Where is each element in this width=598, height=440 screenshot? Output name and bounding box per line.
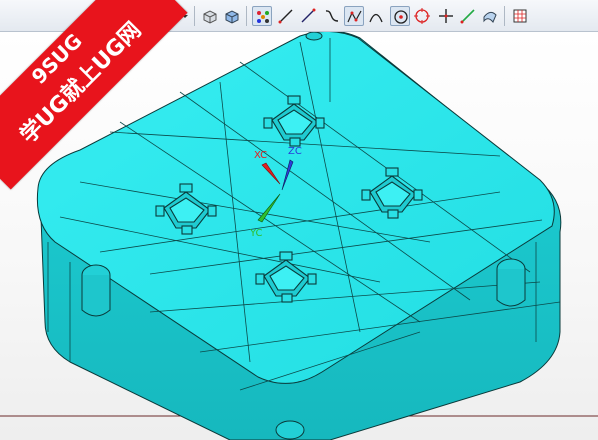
project-curve-icon[interactable] [480,6,500,26]
snap-points-icon[interactable] [252,6,272,26]
layer-grid-icon[interactable] [510,6,530,26]
line-curve-icon[interactable] [276,6,296,26]
arc-center-icon[interactable] [390,6,410,26]
solid-block-icon[interactable] [222,6,242,26]
toolbar-separator [504,6,505,26]
zc-axis-label: ZC [288,146,302,157]
arc-curve-icon[interactable] [298,6,318,26]
xc-axis-label: XC [254,150,268,161]
yc-axis-label: YC [250,228,263,239]
toolbar-separator [194,6,195,26]
toolbar-separator [246,6,247,26]
studio-spline-icon[interactable] [344,6,364,26]
offset-curve-icon[interactable] [458,6,478,26]
shaded-body-icon[interactable] [200,6,220,26]
conic-curve-icon[interactable] [366,6,386,26]
point-icon[interactable] [436,6,456,26]
circle-icon[interactable] [412,6,432,26]
spline-icon[interactable] [322,6,342,26]
